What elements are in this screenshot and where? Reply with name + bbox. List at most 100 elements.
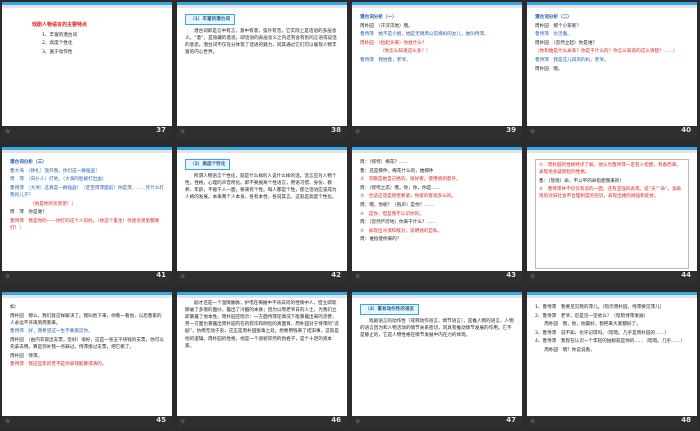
dialogue-line: 鲁侍萍 我这些年的苦不是你拿钱能算得清的。 bbox=[10, 362, 107, 368]
slide-footer: ☆ 45 bbox=[2, 416, 172, 428]
slide-topbar bbox=[352, 2, 522, 8]
dialogue-line: 周：（惊愕之态）哦，你，你，你是…… bbox=[360, 185, 441, 191]
star-icon: ☆ bbox=[530, 272, 536, 280]
slide-number: 48 bbox=[681, 416, 691, 425]
star-icon: ☆ bbox=[180, 272, 186, 280]
slide-footer: ☆ 48 bbox=[527, 416, 697, 428]
slide-heading: 潜台词分析（二） bbox=[535, 15, 572, 20]
slide-footer: ☆ 40 bbox=[527, 126, 697, 138]
analysis-line: ⑤ 表现出冷漠和敌对，说明他的自私。 bbox=[360, 228, 443, 234]
slide-number: 46 bbox=[331, 416, 341, 425]
analysis-line: ② 衣服是她自己绣的，很好看。使用感到意外。 bbox=[360, 177, 461, 183]
list-item: 2、高度个性化 bbox=[42, 41, 73, 47]
slide-38[interactable]: （1）丰富的潜台词 潜台词即是言中有言，意中有意，弦外有音，它实际上是话语的多层… bbox=[177, 2, 347, 138]
slide-43[interactable]: 周：（惊愕）梅花？…… 鲁：还是那件，梅花什么的，她那件 ② 衣服是她自己绣的，… bbox=[352, 147, 522, 283]
analysis-line: ④ 是你，但是我不认识你的。 bbox=[360, 211, 424, 217]
dialogue-line: 周朴园 （忽然立起）你是谁？ bbox=[535, 40, 598, 46]
slide-footer: ☆ 43 bbox=[352, 271, 522, 283]
dialogue-line: 周朴园 那么，我们就这样解决了。我叫他下来，你看一看他，以后鲁家的人永远不许再到… bbox=[10, 313, 162, 326]
dialogue-line: 3、鲁侍萍 说不知，也许记得吗。（暗暗。几乎是周朴园的……） bbox=[535, 330, 669, 336]
dialogue-line: 周朴园 （由内衣取出支票，签好）很好，这是一张五千块钱的支票，你可以先拿去用。算… bbox=[10, 337, 164, 351]
star-icon: ☆ bbox=[180, 127, 186, 135]
section-tag: （3）富有动作性的语言 bbox=[360, 304, 420, 316]
slide-topbar bbox=[527, 2, 697, 8]
slide-45[interactable]: 如： 周朴园 那么，我们就这样解决了。我叫他下来，你看一看他，以后鲁家的人永远不… bbox=[2, 292, 172, 428]
dialogue-line: 鲁侍萍 我姓鲁，老爷。 bbox=[360, 58, 411, 64]
section-tag: （2）高度个性化 bbox=[185, 159, 231, 171]
slide-41[interactable]: 潜台词分析（三） 鲁大海 （挣扎）放开我，你们这一群强盗！ 周 萍 （向仆人）打… bbox=[2, 147, 172, 283]
slide-number: 42 bbox=[331, 271, 341, 280]
dialogue-line: 周朴园 哦？你说说看。 bbox=[535, 348, 595, 354]
slide-title: 戏剧人物语言的主要特点 bbox=[32, 22, 88, 28]
slide-42[interactable]: （2）高度个性化 所谓人物语言个性化，就是什么样的人说什么样的话。话言应为人物个… bbox=[177, 147, 347, 283]
dialogue-line: 鲁侍萍 （大哭）这真是一群强盗！（走至周萍面前）你是萍，……凭什么打我的儿子？ bbox=[10, 185, 164, 198]
list-item: 3、富于动作性 bbox=[42, 49, 73, 55]
star-icon: ☆ bbox=[355, 127, 361, 135]
dialogue-line: 鲁侍萍 我是这儿四凤的妈，老爷。 bbox=[535, 58, 609, 64]
analysis-box: ⑤ 周朴园的性格特点了解，他认为鲁侍萍一定有人指使，有备而来，表现他多疑阴险的性… bbox=[535, 159, 689, 269]
star-icon: ☆ bbox=[5, 272, 11, 280]
slide-number: 39 bbox=[506, 126, 516, 135]
slide-topbar bbox=[2, 147, 172, 153]
slide-40[interactable]: 潜台词分析（二） 周朴园 那个小孩呢？ 鲁侍萍 也活着。 周朴园 （忽然立起）你… bbox=[527, 2, 697, 138]
dialogue-line: 周朴园 那个小孩呢？ bbox=[535, 23, 581, 29]
slide-heading: 潜台词分析（一） bbox=[360, 15, 397, 20]
slide-grid: 戏剧人物语言的主要特点 1、丰富的潜台词 2、高度个性化 3、富于动作性 ☆ 3… bbox=[2, 2, 698, 429]
dialogue-line: 周：（惊愕）梅花？…… bbox=[360, 160, 409, 165]
slide-topbar bbox=[2, 2, 172, 8]
slide-37[interactable]: 戏剧人物语言的主要特点 1、丰富的潜台词 2、高度个性化 3、富于动作性 ☆ 3… bbox=[2, 2, 172, 138]
star-icon: ☆ bbox=[180, 417, 186, 425]
paragraph: 潜台词即是言中有言，意中有意，弦外有音，它实际上是话语的多层含义。“意”，是隐藏… bbox=[185, 29, 337, 56]
analysis-line: ⑤ 周朴园的性格特点了解，他认为鲁侍萍一定有人指使，有备而来，表现他多疑阴险的性… bbox=[539, 163, 681, 176]
slide-footer: ☆ 42 bbox=[177, 271, 347, 283]
dialogue-line: 周：谁指使你来的？ bbox=[360, 237, 402, 243]
slide-39[interactable]: 潜台词分析（一） 周朴园 （汗涔涔地）哦。 鲁侍萍 她不是小姐，她是无锡周公馆梅… bbox=[352, 2, 522, 138]
star-icon: ☆ bbox=[5, 417, 11, 425]
slide-46[interactable]: 剧才还是一个温情脉脉，护惜在梅嫂中不肯白问的性情中人，但立即就撕破了多情的面纱，… bbox=[177, 292, 347, 428]
slide-footer: ☆ 47 bbox=[352, 416, 522, 428]
slide-48[interactable]: 1、鲁侍萍 我要见见我的萍儿。（暗示周朴园，侍萍要见萍儿） 2、鲁侍萍 老爷，您… bbox=[527, 292, 697, 428]
dialogue-line: 鲁侍萍 我是你的——你打的这个人的妈。（你这个畜生！你连亲弟弟都要打！） bbox=[10, 218, 160, 231]
slide-footer: ☆ 41 bbox=[2, 271, 172, 283]
slide-number: 40 bbox=[681, 126, 691, 135]
dialogue-line: 鲁：还是那件，梅花什么的，她那件 bbox=[360, 168, 434, 174]
star-icon: ☆ bbox=[355, 417, 361, 425]
star-icon: ☆ bbox=[530, 417, 536, 425]
slide-topbar bbox=[527, 147, 697, 153]
star-icon: ☆ bbox=[530, 127, 536, 135]
slide-topbar bbox=[2, 292, 172, 298]
slide-number: 38 bbox=[331, 126, 341, 135]
analysis-line: ⑥ 鲁侍萍并不仅仅有悲的一面，还有坚强的表现。说“天”“命”，加表现的对旧社会不… bbox=[539, 187, 682, 200]
slide-topbar bbox=[177, 147, 347, 153]
slide-heading: 潜台词分析（三） bbox=[10, 160, 47, 165]
slide-topbar bbox=[352, 292, 522, 298]
dialogue-line: 鲁大海 （挣扎）放开我，你们这一群强盗！ bbox=[10, 168, 100, 174]
dialogue-line: 4、鲁侍萍 我现在认识一个年轻的姑娘就是你的……（暗暗。几乎……） bbox=[535, 339, 685, 345]
dialogue-line: 周朴园 哦，他，他最好，暂把来大家都好了。 bbox=[535, 322, 641, 328]
dialogue-line: 鲁侍萍 好，我希望这一生不要再见你。 bbox=[10, 329, 93, 335]
dialogue-line: 1、鲁侍萍 我要见见我的萍儿。（暗示周朴园，侍萍要见萍儿） bbox=[535, 305, 665, 310]
slide-topbar bbox=[527, 292, 697, 298]
slide-footer: ☆ 44 bbox=[527, 271, 697, 283]
dialogue-line: 周 萍 你是谁？ bbox=[10, 210, 47, 216]
slide-footer: ☆ 39 bbox=[352, 126, 522, 138]
slide-44[interactable]: ⑤ 周朴园的性格特点了解，他认为鲁侍萍一定有人指使，有备而来，表现他多疑阴险的性… bbox=[527, 147, 697, 283]
slide-number: 43 bbox=[506, 271, 516, 280]
slide-47[interactable]: （3）富有动作性的语言 戏剧语言的动作性（或称动作语言，情节语言），是推人物的语… bbox=[352, 292, 522, 428]
dialogue-line: 鲁侍萍 也活着。 bbox=[535, 32, 572, 38]
slide-topbar bbox=[177, 2, 347, 8]
slide-topbar bbox=[177, 292, 347, 298]
slide-number: 37 bbox=[156, 126, 166, 135]
dialogue-line: 鲁侍萍 她不是小姐，她是无锡周公馆梅妈的女儿，她叫侍萍。 bbox=[360, 32, 489, 38]
slide-footer: ☆ 38 bbox=[177, 126, 347, 138]
dialogue-line: 鲁：（怒愤）命，不公平的命指使我来的！ bbox=[539, 178, 624, 184]
dialogue-line: 周：哦，你呢？（抱声）是你？…… bbox=[360, 203, 434, 209]
paragraph: 戏剧语言的动作性（或称动作语言，情节语言），是推人物的语言，人物的语言因为和人物… bbox=[360, 319, 514, 339]
subtext-line: （你和她是什么关系？你是干什么的？你怎么知道的这么清楚？……） bbox=[535, 49, 678, 55]
slide-number: 45 bbox=[156, 416, 166, 425]
dialogue-line: 周朴园 （抬起头来）你姓什么？ bbox=[360, 40, 427, 46]
slide-footer: ☆ 46 bbox=[177, 416, 347, 428]
analysis-line: ③ 合适这话是感觉要紧，你紧的客观多么的。 bbox=[360, 194, 456, 200]
paragraph: 剧才还是一个温情脉脉，护惜在梅嫂中不肯白问的性情中人，但立即就撕破了多情的面纱，… bbox=[185, 301, 339, 349]
subtext-line: （他是你的亲弟弟！） bbox=[30, 201, 76, 207]
